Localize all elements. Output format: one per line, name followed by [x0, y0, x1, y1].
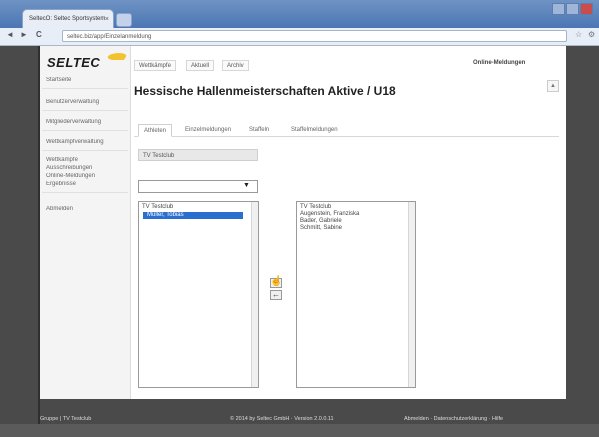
tab-athleten[interactable]: Athleten [138, 124, 173, 137]
list-item-selected[interactable]: Müller, Tobias [143, 212, 243, 219]
footer-copyright: © 2014 by Seltec GmbH · Version 2.0.0.11 [230, 416, 334, 422]
close-tab-icon[interactable]: × [105, 10, 109, 28]
tab-einzelmeldungen[interactable]: Einzelmeldungen [180, 124, 236, 136]
hand-cursor-icon: ☝ [270, 276, 283, 287]
window-close-icon[interactable] [580, 3, 593, 15]
sidebar-item-wettkampfverwaltung[interactable]: Wettkampfverwaltung [46, 139, 128, 145]
list-scrollbar[interactable] [408, 202, 415, 387]
seltec-logo[interactable]: SELTEC [47, 55, 100, 70]
sidebar-divider [42, 110, 128, 111]
sidebar-subitem-online-meldungen[interactable]: Online-Meldungen [46, 173, 128, 179]
sidebar-divider [42, 88, 128, 89]
tab-staffelmeldungen[interactable]: Staffelmeldungen [286, 124, 343, 136]
sidebar-item-wettkaempfe[interactable]: Wettkämpfe [46, 157, 128, 163]
reload-icon[interactable]: C [36, 30, 42, 39]
club-field: TV Testclub [138, 149, 258, 161]
sidebar-item-mitgliederverwaltung[interactable]: Mitgliederverwaltung [46, 119, 128, 125]
scroll-up-button[interactable]: ▲ [547, 80, 559, 92]
settings-wrench-icon[interactable]: ⚙ [588, 30, 595, 39]
bookmark-star-icon[interactable]: ☆ [575, 30, 582, 39]
sidebar-divider [42, 150, 128, 151]
window-controls [552, 2, 596, 16]
topnav-archiv[interactable]: Archiv [222, 60, 249, 71]
page-frame-right [566, 46, 599, 437]
filter-select[interactable] [138, 180, 258, 193]
sidebar-item-abmelden[interactable]: Abmelden [46, 206, 128, 212]
available-athletes-list[interactable] [138, 201, 259, 388]
sidebar-item-startseite[interactable]: Startseite [46, 77, 128, 83]
footer-bar [0, 424, 599, 437]
list-group-header: TV Testclub [142, 204, 174, 210]
sidebar-item-benutzerverwaltung[interactable]: Benutzerverwaltung [46, 99, 128, 105]
move-left-button[interactable]: ← [270, 290, 282, 300]
page-title: Hessische Hallenmeisterschaften Aktive /… [134, 84, 396, 98]
sidebar-subitem-ergebnisse[interactable]: Ergebnisse [46, 181, 128, 187]
chevron-down-icon[interactable]: ▼ [243, 182, 250, 189]
footer-group-label: Gruppe | TV Testclub [40, 416, 92, 422]
tab-underline [134, 136, 559, 137]
footer-links[interactable]: Abmelden · Datenschutzerklärung · Hilfe [404, 416, 503, 422]
address-bar[interactable]: seltec.biz/app/Einzelanmeldung [62, 30, 567, 42]
minimize-icon[interactable] [552, 3, 565, 15]
new-tab-button[interactable] [116, 13, 132, 27]
list-item[interactable]: Schmitt, Sabine [300, 225, 342, 231]
back-icon[interactable]: ◄ [6, 30, 14, 39]
browser-tab-title: SeltecO: Seltec Sportsystem [29, 16, 106, 22]
sidebar-divider [42, 192, 128, 193]
list-scrollbar[interactable] [251, 202, 258, 387]
sidebar-divider [42, 130, 128, 131]
maximize-icon[interactable] [566, 3, 579, 15]
list-item[interactable]: Augenstein, Franziska [300, 211, 359, 217]
topnav-aktuell[interactable]: Aktuell [186, 60, 215, 71]
topnav-online-meldungen[interactable]: Online-Meldungen [473, 60, 525, 66]
page-frame-left [0, 46, 40, 437]
list-item[interactable]: Bader, Gabriele [300, 218, 342, 224]
sidebar-subitem-ausschreibungen[interactable]: Ausschreibungen [46, 165, 128, 171]
list-group-header: TV Testclub [300, 204, 332, 210]
topnav-wettkaempfe[interactable]: Wettkämpfe [134, 60, 176, 71]
forward-icon[interactable]: ► [20, 30, 28, 39]
browser-tab[interactable]: SeltecO: Seltec Sportsystem × [22, 9, 114, 28]
tab-staffeln[interactable]: Staffeln [244, 124, 274, 136]
